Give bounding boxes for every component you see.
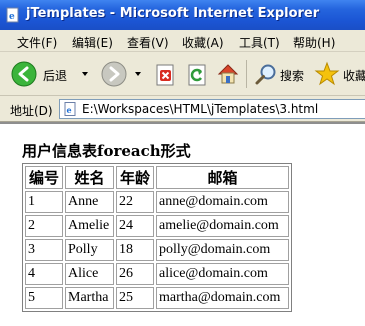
cell-name: Alice bbox=[65, 263, 114, 285]
cell-id: 4 bbox=[25, 263, 63, 285]
page-icon: e bbox=[64, 102, 76, 116]
column-header-email: 邮箱 bbox=[156, 166, 289, 189]
menu-help[interactable]: 帮助(H) bbox=[293, 34, 335, 51]
home-icon[interactable] bbox=[216, 62, 240, 86]
column-header-name: 姓名 bbox=[65, 166, 114, 189]
table-header-row: 编号 姓名 年龄 邮箱 bbox=[25, 166, 289, 189]
forward-arrow-icon bbox=[101, 61, 127, 87]
cell-age: 25 bbox=[116, 287, 154, 309]
table-row: 3 Polly 18 polly@domain.com bbox=[25, 239, 289, 261]
address-label: 地址(D) bbox=[10, 104, 53, 118]
page-heading: 用户信息表foreach形式 bbox=[22, 142, 191, 160]
back-label: 后退 bbox=[43, 69, 68, 83]
back-arrow-icon bbox=[11, 61, 37, 87]
cell-id: 1 bbox=[25, 191, 63, 213]
menu-bar: 文件(F) 编辑(E) 查看(V) 收藏(A) 工具(T) 帮助(H) bbox=[0, 30, 365, 52]
cell-id: 2 bbox=[25, 215, 63, 237]
cell-name: Anne bbox=[65, 191, 114, 213]
cell-email: anne@domain.com bbox=[156, 191, 289, 213]
stop-icon[interactable] bbox=[155, 64, 177, 86]
page-content: 用户信息表foreach形式 编号 姓名 年龄 邮箱 1 Anne 22 ann… bbox=[0, 122, 365, 326]
cell-id: 3 bbox=[25, 239, 63, 261]
cell-email: alice@domain.com bbox=[156, 263, 289, 285]
favorites-label: 收藏 bbox=[343, 69, 365, 83]
favorites-button[interactable]: 收藏 bbox=[312, 60, 365, 88]
window-title: jTemplates - Microsoft Internet Explorer bbox=[26, 6, 320, 21]
favorites-star-icon bbox=[314, 61, 340, 86]
cell-name: Martha bbox=[65, 287, 114, 309]
forward-button[interactable] bbox=[98, 58, 144, 90]
cell-age: 18 bbox=[116, 239, 154, 261]
toolbar-separator bbox=[246, 60, 247, 88]
cell-email: martha@domain.com bbox=[156, 287, 289, 309]
address-value: E:\Workspaces\HTML\jTemplates\3.html bbox=[82, 102, 319, 116]
svg-text:e: e bbox=[9, 12, 15, 22]
cell-age: 24 bbox=[116, 215, 154, 237]
menu-tools[interactable]: 工具(T) bbox=[239, 34, 280, 51]
cell-name: Amelie bbox=[65, 215, 114, 237]
table-row: 2 Amelie 24 amelie@domain.com bbox=[25, 215, 289, 237]
cell-age: 26 bbox=[116, 263, 154, 285]
search-button[interactable]: 搜索 bbox=[252, 60, 308, 88]
address-bar: 地址(D) e E:\Workspaces\HTML\jTemplates\3.… bbox=[0, 96, 365, 122]
back-dropdown-arrow[interactable] bbox=[82, 72, 88, 76]
cell-email: polly@domain.com bbox=[156, 239, 289, 261]
menu-edit[interactable]: 编辑(E) bbox=[72, 34, 113, 51]
menu-file[interactable]: 文件(F) bbox=[17, 34, 57, 51]
column-header-age: 年龄 bbox=[116, 166, 154, 189]
menu-view[interactable]: 查看(V) bbox=[127, 34, 169, 51]
cell-name: Polly bbox=[65, 239, 114, 261]
table-row: 4 Alice 26 alice@domain.com bbox=[25, 263, 289, 285]
back-button[interactable]: 后退 bbox=[6, 58, 90, 90]
standard-toolbar: 后退 搜索 收藏 bbox=[0, 52, 365, 96]
forward-dropdown-arrow[interactable] bbox=[135, 72, 141, 76]
ie-page-icon: e bbox=[6, 7, 19, 23]
table-row: 1 Anne 22 anne@domain.com bbox=[25, 191, 289, 213]
menu-favorites[interactable]: 收藏(A) bbox=[182, 34, 224, 51]
search-label: 搜索 bbox=[280, 69, 305, 83]
cell-age: 22 bbox=[116, 191, 154, 213]
column-header-id: 编号 bbox=[25, 166, 63, 189]
cell-id: 5 bbox=[25, 287, 63, 309]
cell-email: amelie@domain.com bbox=[156, 215, 289, 237]
window-titlebar[interactable]: e jTemplates - Microsoft Internet Explor… bbox=[0, 0, 365, 30]
user-table: 编号 姓名 年龄 邮箱 1 Anne 22 anne@domain.com 2 … bbox=[22, 163, 292, 312]
address-input[interactable]: e E:\Workspaces\HTML\jTemplates\3.html bbox=[59, 99, 365, 119]
refresh-icon[interactable] bbox=[186, 64, 208, 86]
svg-text:e: e bbox=[67, 105, 72, 115]
table-row: 5 Martha 25 martha@domain.com bbox=[25, 287, 289, 309]
search-icon bbox=[255, 64, 276, 85]
